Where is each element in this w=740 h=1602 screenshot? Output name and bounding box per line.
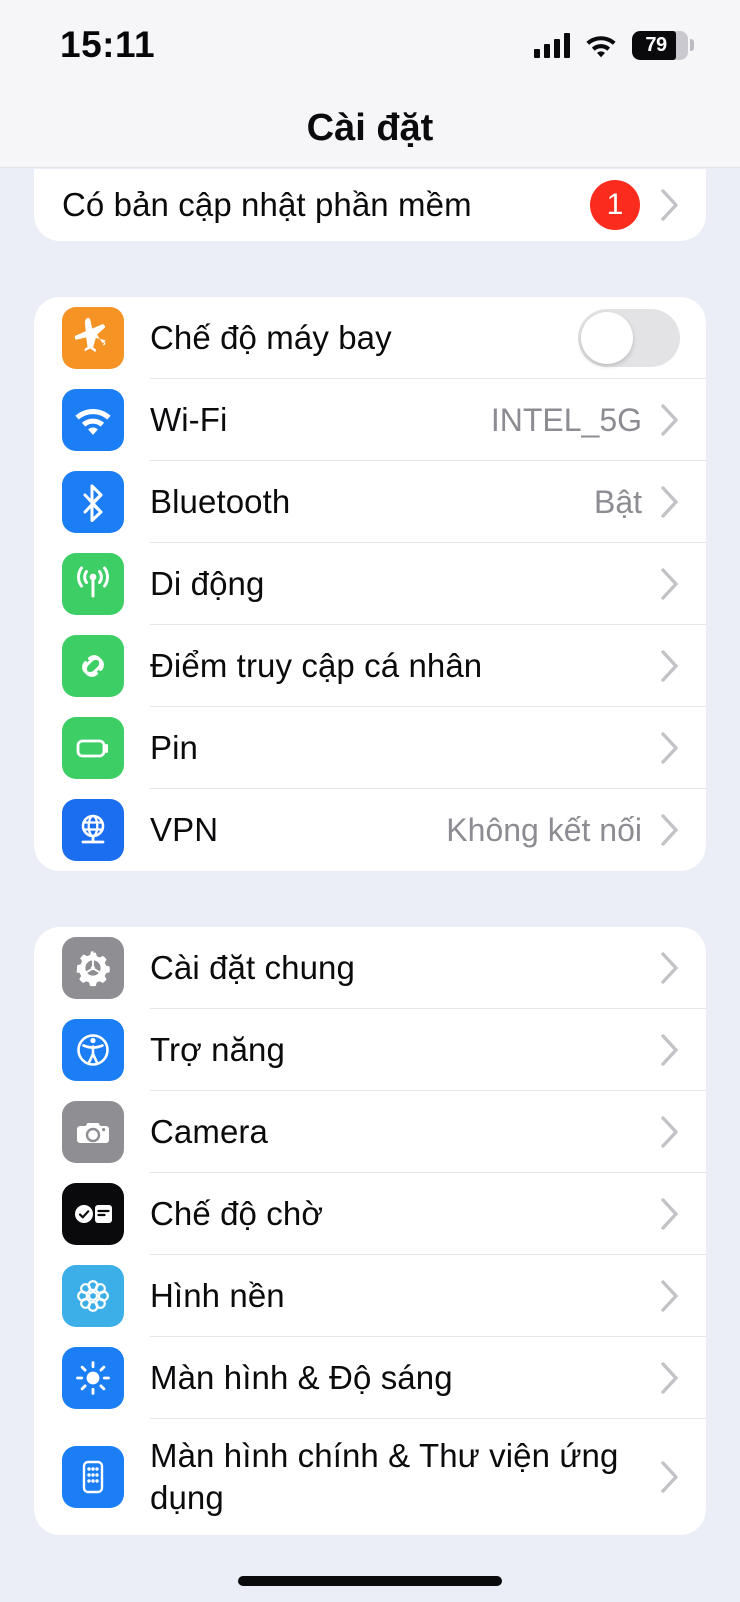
settings-row-standby[interactable]: Chế độ chờ — [34, 1173, 706, 1255]
settings-row-vpn[interactable]: VPN Không kết nối — [34, 789, 706, 871]
settings-row-label: Điểm truy cập cá nhân — [150, 646, 483, 684]
hotspot-link-icon — [62, 635, 124, 697]
settings-scroll-view[interactable]: Có bản cập nhật phần mềm 1 Chế độ máy ba… — [0, 169, 740, 1602]
iphone-settings-screen: 15:11 79 Cài đặt Có bản cập nhật phần mề… — [0, 0, 740, 1602]
home-screen-icon — [62, 1446, 124, 1508]
settings-row-label: Wi-Fi — [150, 400, 228, 438]
settings-row-label: VPN — [150, 810, 219, 848]
battery-icon: 79 — [632, 30, 694, 60]
chevron-right-icon — [661, 1034, 678, 1066]
settings-row-bluetooth[interactable]: Bluetooth Bật — [34, 461, 706, 543]
settings-group-system: Cài đặt chung Trợ năng Camera Chế độ chờ… — [34, 927, 706, 1535]
accessibility-icon — [62, 1019, 124, 1081]
settings-row-label: Có bản cập nhật phần mềm — [62, 185, 472, 223]
settings-row-label: Di động — [150, 564, 265, 602]
camera-icon — [62, 1101, 124, 1163]
chevron-right-icon — [661, 732, 678, 764]
settings-row-airplane-mode[interactable]: Chế độ máy bay — [34, 297, 706, 379]
settings-row-accessibility[interactable]: Trợ năng — [34, 1009, 706, 1091]
cellular-icon — [62, 553, 124, 615]
vpn-globe-icon — [62, 799, 124, 861]
settings-row-general[interactable]: Cài đặt chung — [34, 927, 706, 1009]
settings-row-label: Camera — [150, 1112, 268, 1150]
settings-row-wifi[interactable]: Wi-Fi INTEL_5G — [34, 379, 706, 461]
settings-row-label: Hình nền — [150, 1276, 285, 1314]
battery-icon — [62, 717, 124, 779]
settings-group-software-update: Có bản cập nhật phần mềm 1 — [34, 169, 706, 241]
status-bar: 15:11 79 — [0, 0, 740, 90]
chevron-right-icon — [661, 1362, 678, 1394]
settings-row-label: Chế độ máy bay — [150, 318, 392, 356]
settings-row-label: Pin — [150, 728, 198, 766]
bluetooth-icon — [62, 471, 124, 533]
settings-row-cellular[interactable]: Di động — [34, 543, 706, 625]
settings-row-battery[interactable]: Pin — [34, 707, 706, 789]
settings-row-camera[interactable]: Camera — [34, 1091, 706, 1173]
settings-row-home-screen-app-library[interactable]: Màn hình chính & Thư viện ứng dụng — [34, 1419, 706, 1535]
settings-group-connectivity: Chế độ máy bay Wi-Fi INTEL_5G Bluetooth … — [34, 297, 706, 871]
settings-row-display-brightness[interactable]: Màn hình & Độ sáng — [34, 1337, 706, 1419]
gear-icon — [62, 937, 124, 999]
chevron-right-icon — [661, 568, 678, 600]
settings-row-value: Không kết nối — [446, 811, 642, 848]
settings-row-label: Màn hình & Độ sáng — [150, 1358, 453, 1396]
brightness-sun-icon — [62, 1347, 124, 1409]
airplane-mode-toggle[interactable] — [578, 309, 680, 367]
chevron-right-icon — [661, 486, 678, 518]
status-badge: 1 — [590, 180, 640, 230]
cellular-signal-icon — [534, 32, 570, 58]
home-indicator — [238, 1576, 502, 1586]
settings-row-label: Màn hình chính & Thư viện ứng dụng — [150, 1436, 619, 1516]
settings-row-value: Bật — [593, 483, 642, 520]
settings-row-label: Chế độ chờ — [150, 1194, 324, 1232]
status-time: 15:11 — [60, 24, 156, 65]
settings-row-personal-hotspot[interactable]: Điểm truy cập cá nhân — [34, 625, 706, 707]
wallpaper-flower-icon — [62, 1265, 124, 1327]
settings-row-label: Cài đặt chung — [150, 948, 355, 986]
chevron-right-icon — [661, 650, 678, 682]
chevron-right-icon — [661, 1280, 678, 1312]
navigation-bar: Cài đặt — [0, 90, 740, 168]
chevron-right-icon — [661, 952, 678, 984]
settings-row-value: INTEL_5G — [490, 401, 642, 438]
settings-row-label: Bluetooth — [150, 482, 291, 520]
chevron-right-icon — [661, 1198, 678, 1230]
chevron-right-icon — [661, 1116, 678, 1148]
chevron-right-icon — [661, 814, 678, 846]
battery-percent: 79 — [645, 33, 667, 56]
settings-row-software-update[interactable]: Có bản cập nhật phần mềm 1 — [34, 169, 706, 241]
wifi-icon — [586, 36, 616, 58]
airplane-icon — [62, 307, 124, 369]
status-indicators: 79 — [534, 30, 694, 60]
wifi-icon — [62, 389, 124, 451]
standby-clock-icon — [62, 1183, 124, 1245]
chevron-right-icon — [661, 1461, 678, 1493]
chevron-right-icon — [661, 189, 678, 221]
settings-row-wallpaper[interactable]: Hình nền — [34, 1255, 706, 1337]
page-title: Cài đặt — [306, 107, 434, 149]
chevron-right-icon — [661, 404, 678, 436]
settings-row-label: Trợ năng — [150, 1030, 285, 1068]
